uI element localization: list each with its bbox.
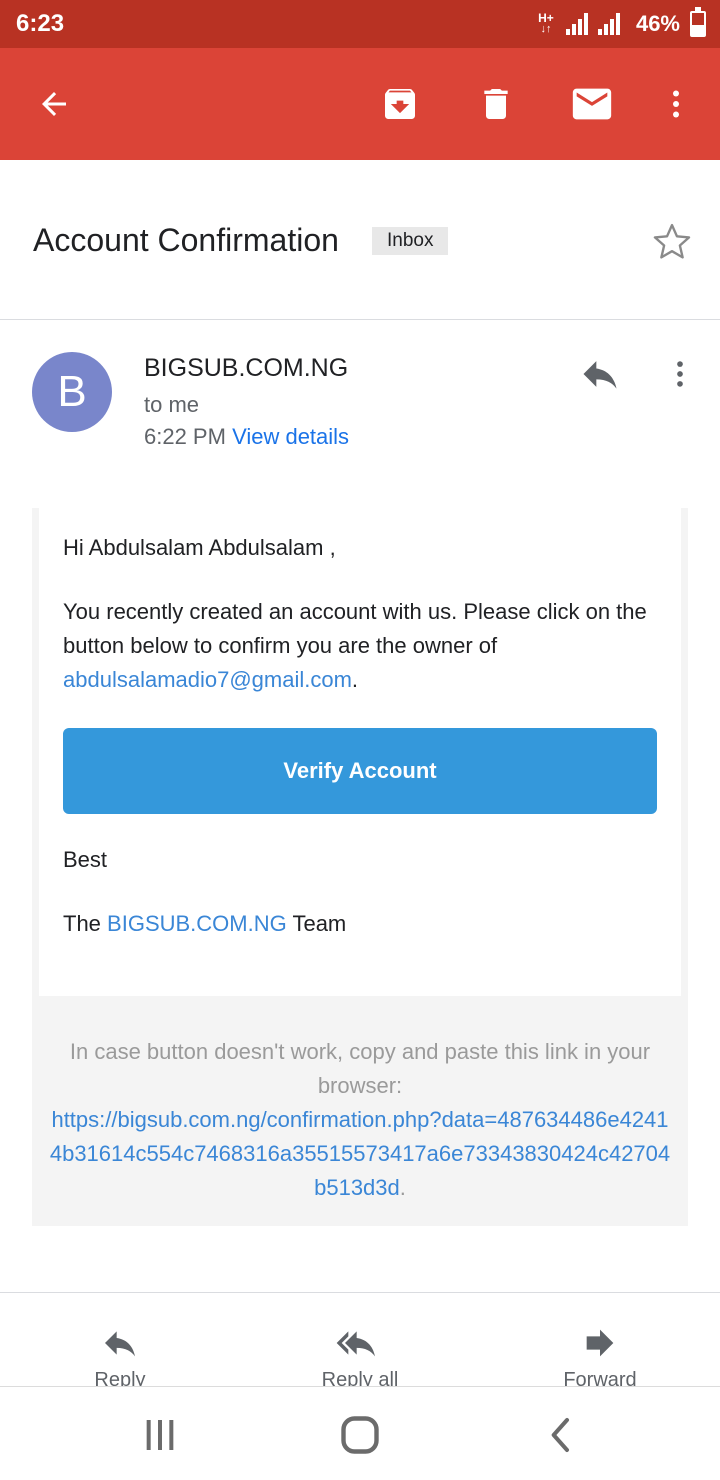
sent-time: 6:22 PM [144,424,226,449]
app-bar [0,48,720,160]
reply-action-label: Reply [94,1369,146,1386]
inbox-label[interactable]: Inbox [372,227,449,255]
subject-row: Account Confirmation [0,160,720,320]
battery-percent: 46% [635,11,680,36]
avatar[interactable]: B [32,352,112,432]
sign-off: Best [63,847,108,872]
nav-back-icon[interactable] [522,1407,602,1463]
data-arrows-icon: ↓↑ [540,23,552,35]
team-prefix: The [63,911,101,936]
home-icon[interactable] [320,1407,400,1463]
confirmation-link[interactable]: https://bigsub.com.ng/confirmation.php?d… [50,1107,670,1200]
star-icon[interactable] [648,218,696,266]
status-bar: 6:23 H+ ↓↑ 46% [0,0,720,48]
team-signature: The BIGSUB.COM.NG Team [63,907,663,941]
team-suffix: Team [292,911,347,936]
recipient-line: to me [144,392,200,417]
delete-icon[interactable] [468,76,524,132]
fallback-period: . [399,1175,406,1200]
status-indicators: H+ ↓↑ 46% [536,7,706,40]
sent-meta: 6:22 PM View details [144,424,349,450]
inbox-label-text: Inbox [372,227,449,255]
network-type-icon: H+ ↓↑ [536,12,556,35]
email-greeting: Hi Abdulsalam Abdulsalam , [63,535,336,560]
sender-row: B BIGSUB.COM.NG to me 6:22 PM View detai… [0,320,720,510]
reply-action-icon [40,1323,200,1363]
reply-icon[interactable] [574,348,626,400]
message-more-icon[interactable] [656,348,704,400]
reply-action[interactable]: Reply [40,1323,200,1386]
team-link[interactable]: BIGSUB.COM.NG [107,911,287,936]
fallback-link-line: https://bigsub.com.ng/confirmation.php?d… [48,1103,672,1205]
paragraph-text: You recently created an account with us.… [63,599,647,658]
back-icon[interactable] [26,76,82,132]
status-time: 6:23 [16,10,65,37]
view-details-link[interactable]: View details [232,424,349,449]
mark-unread-icon[interactable] [564,76,620,132]
signal-icon [565,13,588,35]
fallback-text: In case button doesn't work, copy and pa… [69,1039,651,1098]
battery-icon [690,7,706,37]
archive-icon[interactable] [372,76,428,132]
forward-icon [520,1323,680,1363]
forward-label: Forward [563,1369,637,1386]
paragraph-period: . [351,667,359,692]
more-vert-icon[interactable] [648,76,704,132]
message-action-bar: Reply Reply all Forward [0,1292,720,1386]
email-address-link[interactable]: abdulsalamadio7@gmail.com [63,667,352,692]
forward-action[interactable]: Forward [520,1323,680,1386]
subject-title: Account Confirmation [33,222,339,258]
signal-icon-sim2 [597,13,620,35]
reply-all-action[interactable]: Reply all [280,1323,440,1386]
reply-all-icon [280,1323,440,1363]
reply-all-label: Reply all [321,1369,399,1386]
fallback-note: In case button doesn't work, copy and pa… [48,1035,672,1205]
verify-account-button[interactable]: Verify Account [63,728,657,814]
recent-apps-icon[interactable] [120,1407,200,1463]
email-paragraph: You recently created an account with us.… [63,595,663,697]
system-nav-bar [0,1386,720,1480]
sender-name: BIGSUB.COM.NG [144,354,349,382]
